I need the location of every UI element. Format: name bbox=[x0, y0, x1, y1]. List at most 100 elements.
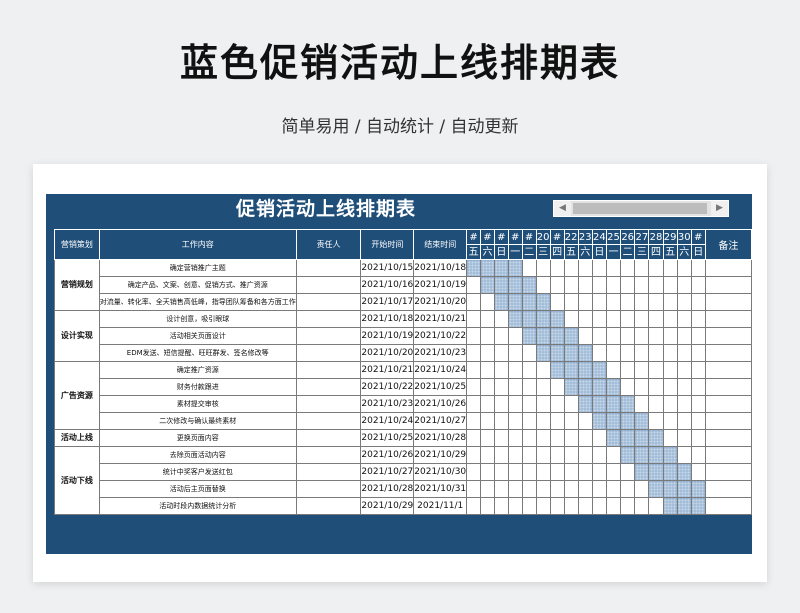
gantt-cell[interactable] bbox=[662, 344, 678, 362]
gantt-cell[interactable] bbox=[620, 378, 636, 396]
gantt-cell[interactable] bbox=[466, 293, 482, 311]
gantt-cell[interactable] bbox=[493, 463, 509, 481]
gantt-bar-cell[interactable] bbox=[620, 429, 636, 447]
gantt-cell[interactable] bbox=[634, 310, 650, 328]
gantt-cell[interactable] bbox=[662, 412, 678, 430]
gantt-cell[interactable] bbox=[634, 259, 650, 277]
owner-cell[interactable] bbox=[295, 310, 362, 328]
task-cell[interactable]: 去除页面活动内容 bbox=[98, 446, 297, 464]
gantt-bar-cell[interactable] bbox=[549, 344, 565, 362]
owner-cell[interactable] bbox=[295, 327, 362, 345]
gantt-cell[interactable] bbox=[480, 463, 495, 481]
gantt-cell[interactable] bbox=[591, 446, 607, 464]
gantt-cell[interactable] bbox=[480, 344, 495, 362]
gantt-bar-cell[interactable] bbox=[620, 446, 636, 464]
gantt-cell[interactable] bbox=[662, 327, 678, 345]
gantt-cell[interactable] bbox=[480, 480, 495, 498]
gantt-cell[interactable] bbox=[676, 395, 692, 413]
start-date-cell[interactable]: 2021/10/19 bbox=[360, 327, 415, 345]
gantt-cell[interactable] bbox=[690, 395, 706, 413]
gantt-cell[interactable] bbox=[634, 480, 650, 498]
gantt-cell[interactable] bbox=[605, 497, 622, 515]
gantt-bar-cell[interactable] bbox=[507, 276, 523, 294]
gantt-cell[interactable] bbox=[634, 361, 650, 379]
start-date-cell[interactable]: 2021/10/16 bbox=[360, 276, 415, 294]
gantt-cell[interactable] bbox=[507, 395, 523, 413]
gantt-cell[interactable] bbox=[563, 259, 579, 277]
end-date-cell[interactable]: 2021/10/25 bbox=[413, 378, 468, 396]
gantt-cell[interactable] bbox=[620, 293, 636, 311]
gantt-cell[interactable] bbox=[648, 327, 664, 345]
gantt-cell[interactable] bbox=[690, 463, 706, 481]
end-date-cell[interactable]: 2021/10/24 bbox=[413, 361, 468, 379]
gantt-cell[interactable] bbox=[648, 276, 664, 294]
gantt-cell[interactable] bbox=[549, 480, 565, 498]
gantt-cell[interactable] bbox=[466, 276, 482, 294]
gantt-bar-cell[interactable] bbox=[620, 395, 636, 413]
gantt-bar-cell[interactable] bbox=[535, 310, 551, 328]
gantt-cell[interactable] bbox=[535, 412, 551, 430]
owner-cell[interactable] bbox=[295, 293, 362, 311]
gantt-cell[interactable] bbox=[577, 480, 593, 498]
gantt-bar-cell[interactable] bbox=[577, 344, 593, 362]
gantt-cell[interactable] bbox=[493, 344, 509, 362]
gantt-cell[interactable] bbox=[493, 310, 509, 328]
gantt-cell[interactable] bbox=[577, 497, 593, 515]
gantt-cell[interactable] bbox=[466, 480, 482, 498]
end-date-cell[interactable]: 2021/10/26 bbox=[413, 395, 468, 413]
gantt-cell[interactable] bbox=[493, 480, 509, 498]
gantt-cell[interactable] bbox=[620, 463, 636, 481]
gantt-bar-cell[interactable] bbox=[591, 395, 607, 413]
end-date-cell[interactable]: 2021/10/23 bbox=[413, 344, 468, 362]
gantt-bar-cell[interactable] bbox=[648, 429, 664, 447]
gantt-bar-cell[interactable] bbox=[563, 361, 579, 379]
gantt-cell[interactable] bbox=[480, 310, 495, 328]
gantt-cell[interactable] bbox=[549, 378, 565, 396]
gantt-cell[interactable] bbox=[662, 259, 678, 277]
gantt-bar-cell[interactable] bbox=[605, 395, 622, 413]
gantt-cell[interactable] bbox=[648, 344, 664, 362]
gantt-bar-cell[interactable] bbox=[577, 361, 593, 379]
gantt-bar-cell[interactable] bbox=[563, 378, 579, 396]
gantt-bar-cell[interactable] bbox=[507, 310, 523, 328]
start-date-cell[interactable]: 2021/10/27 bbox=[360, 463, 415, 481]
gantt-cell[interactable] bbox=[690, 412, 706, 430]
gantt-cell[interactable] bbox=[563, 412, 579, 430]
gantt-cell[interactable] bbox=[648, 259, 664, 277]
gantt-cell[interactable] bbox=[620, 259, 636, 277]
horizontal-scrollbar[interactable]: ◀ ▶ bbox=[553, 200, 729, 217]
gantt-bar-cell[interactable] bbox=[521, 327, 537, 345]
gantt-cell[interactable] bbox=[577, 429, 593, 447]
scroll-left-icon[interactable]: ◀ bbox=[554, 201, 571, 216]
start-date-cell[interactable]: 2021/10/26 bbox=[360, 446, 415, 464]
gantt-cell[interactable] bbox=[620, 497, 636, 515]
gantt-bar-cell[interactable] bbox=[521, 310, 537, 328]
gantt-cell[interactable] bbox=[563, 446, 579, 464]
gantt-cell[interactable] bbox=[620, 361, 636, 379]
gantt-cell[interactable] bbox=[507, 463, 523, 481]
gantt-bar-cell[interactable] bbox=[535, 344, 551, 362]
gantt-cell[interactable] bbox=[466, 412, 482, 430]
gantt-cell[interactable] bbox=[662, 378, 678, 396]
gantt-cell[interactable] bbox=[605, 361, 622, 379]
gantt-bar-cell[interactable] bbox=[563, 327, 579, 345]
gantt-cell[interactable] bbox=[662, 310, 678, 328]
gantt-cell[interactable] bbox=[549, 395, 565, 413]
gantt-cell[interactable] bbox=[549, 497, 565, 515]
gantt-bar-cell[interactable] bbox=[620, 412, 636, 430]
gantt-bar-cell[interactable] bbox=[549, 310, 565, 328]
gantt-cell[interactable] bbox=[493, 412, 509, 430]
gantt-bar-cell[interactable] bbox=[480, 259, 495, 277]
gantt-cell[interactable] bbox=[493, 361, 509, 379]
start-date-cell[interactable]: 2021/10/18 bbox=[360, 310, 415, 328]
gantt-cell[interactable] bbox=[549, 276, 565, 294]
gantt-cell[interactable] bbox=[535, 463, 551, 481]
task-cell[interactable]: 确定推广资源 bbox=[98, 361, 297, 379]
notes-cell[interactable] bbox=[704, 361, 753, 379]
gantt-cell[interactable] bbox=[634, 378, 650, 396]
gantt-cell[interactable] bbox=[662, 395, 678, 413]
gantt-bar-cell[interactable] bbox=[690, 480, 706, 498]
task-cell[interactable]: 更换页面内容 bbox=[98, 429, 297, 447]
gantt-cell[interactable] bbox=[690, 378, 706, 396]
start-date-cell[interactable]: 2021/10/24 bbox=[360, 412, 415, 430]
